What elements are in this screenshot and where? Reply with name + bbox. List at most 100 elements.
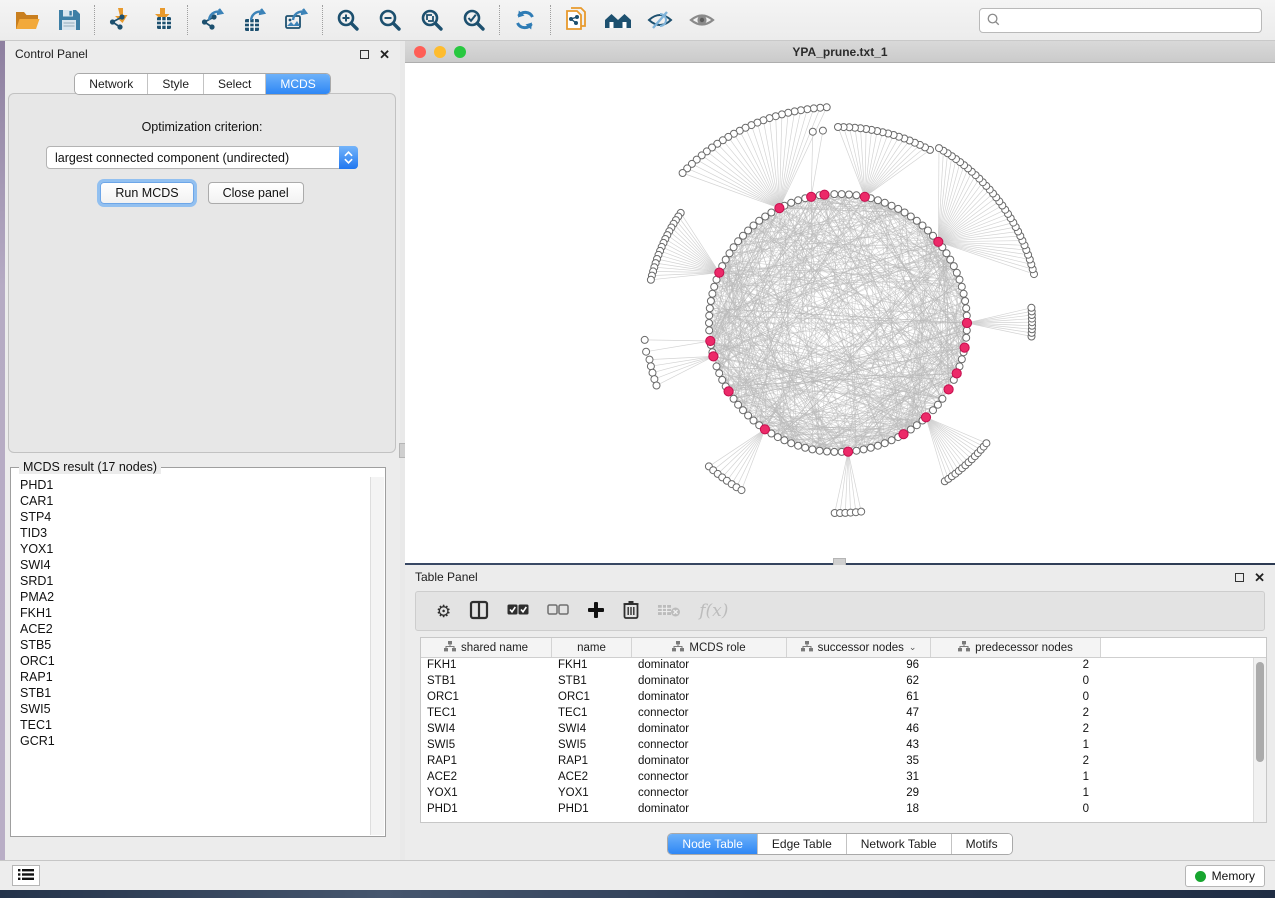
result-node-item[interactable]: TID3 <box>12 525 370 541</box>
zoom-selected-button[interactable] <box>453 3 495 37</box>
export-network-button[interactable] <box>192 3 234 37</box>
toolbar-separator <box>187 5 188 35</box>
tab-motifs[interactable]: Motifs <box>951 834 1012 854</box>
cell-MCDS-role: dominator <box>632 658 787 674</box>
table-row[interactable]: SWI4SWI4dominator462 <box>421 722 1253 738</box>
column-header-name[interactable]: name <box>552 638 632 657</box>
result-node-item[interactable]: PMA2 <box>12 589 370 605</box>
add-row-button[interactable] <box>587 601 605 622</box>
table-scrollbar-thumb[interactable] <box>1256 662 1264 762</box>
table-row[interactable]: PHD1PHD1dominator180 <box>421 802 1253 818</box>
result-node-item[interactable]: SWI5 <box>12 701 370 717</box>
close-table-panel-icon[interactable]: ✕ <box>1254 571 1265 584</box>
open-file-button[interactable] <box>6 3 48 37</box>
cell-successor-nodes: 31 <box>787 770 931 786</box>
hierarchy-icon <box>958 641 970 655</box>
tab-style[interactable]: Style <box>147 74 203 94</box>
select-all-button[interactable] <box>507 604 529 619</box>
result-node-item[interactable]: SRD1 <box>12 573 370 589</box>
delete-row-button[interactable] <box>623 600 639 622</box>
criterion-select[interactable]: largest connected component (undirected) <box>46 146 358 169</box>
settings-button[interactable]: ⚙ <box>436 603 451 620</box>
cell-MCDS-role: dominator <box>632 690 787 706</box>
hide-graphics-button[interactable] <box>639 3 681 37</box>
table-row[interactable]: RAP1RAP1dominator352 <box>421 754 1253 770</box>
result-node-item[interactable]: STP4 <box>12 509 370 525</box>
result-node-item[interactable]: PHD1 <box>12 477 370 493</box>
table-row[interactable]: YOX1YOX1connector291 <box>421 786 1253 802</box>
show-graphics-button[interactable] <box>681 3 723 37</box>
result-node-item[interactable]: ACE2 <box>12 621 370 637</box>
result-node-item[interactable]: ORC1 <box>12 653 370 669</box>
save-session-button[interactable] <box>48 3 90 37</box>
toolbar-separator <box>94 5 95 35</box>
result-node-item[interactable]: FKH1 <box>12 605 370 621</box>
table-scrollbar[interactable] <box>1253 658 1266 822</box>
table-row[interactable]: TEC1TEC1connector472 <box>421 706 1253 722</box>
table-row[interactable]: STB1STB1dominator620 <box>421 674 1253 690</box>
table-panel-title: Table Panel <box>415 570 478 584</box>
column-header-shared-name[interactable]: shared name <box>421 638 552 657</box>
result-node-item[interactable]: GCR1 <box>12 733 370 749</box>
zoom-in-button[interactable] <box>327 3 369 37</box>
result-scrollbar[interactable] <box>370 477 384 835</box>
search-input[interactable] <box>1001 11 1261 31</box>
network-graph[interactable] <box>405 63 1273 563</box>
result-node-item[interactable]: STB1 <box>12 685 370 701</box>
tab-edge-table[interactable]: Edge Table <box>757 834 846 854</box>
optimization-criterion-label: Optimization criterion: <box>9 120 395 134</box>
open-file-icon <box>13 7 41 33</box>
refresh-view-button[interactable] <box>504 3 546 37</box>
table-row[interactable]: ORC1ORC1dominator610 <box>421 690 1253 706</box>
import-table-button[interactable] <box>141 3 183 37</box>
table-row[interactable]: ACE2ACE2connector311 <box>421 770 1253 786</box>
network-view-window: YPA_prune.txt_1 <box>405 41 1275 563</box>
result-node-item[interactable]: STB5 <box>12 637 370 653</box>
result-node-item[interactable]: RAP1 <box>12 669 370 685</box>
zoom-out-button[interactable] <box>369 3 411 37</box>
cell-name: ORC1 <box>552 690 632 706</box>
cell-successor-nodes: 35 <box>787 754 931 770</box>
mcds-result-title: MCDS result (17 nodes) <box>19 460 161 474</box>
cell-MCDS-role: dominator <box>632 722 787 738</box>
cell-successor-nodes: 18 <box>787 802 931 818</box>
import-network-button[interactable] <box>99 3 141 37</box>
control-panel-tabs: NetworkStyleSelectMCDS <box>74 73 330 95</box>
tab-select[interactable]: Select <box>203 74 265 94</box>
export-table-button[interactable] <box>234 3 276 37</box>
tab-node-table[interactable]: Node Table <box>668 834 757 854</box>
tab-mcds[interactable]: MCDS <box>265 74 329 94</box>
control-panel: Control Panel ✕ NetworkStyleSelectMCDS O… <box>5 41 400 860</box>
columns-button[interactable] <box>469 600 489 623</box>
result-node-item[interactable]: CAR1 <box>12 493 370 509</box>
float-panel-icon[interactable] <box>360 50 369 59</box>
memory-status-icon <box>1195 871 1206 882</box>
tab-network-table[interactable]: Network Table <box>846 834 951 854</box>
table-row[interactable]: FKH1FKH1dominator962 <box>421 658 1253 674</box>
save-session-icon <box>56 7 82 33</box>
result-node-item[interactable]: TEC1 <box>12 717 370 733</box>
share-document-button[interactable] <box>555 3 597 37</box>
share-document-icon <box>563 6 589 34</box>
column-header-MCDS-role[interactable]: MCDS role <box>632 638 787 657</box>
close-panel-button[interactable]: Close panel <box>208 182 304 204</box>
column-header-successor-nodes[interactable]: successor nodes⌄ <box>787 638 931 657</box>
task-history-button[interactable] <box>12 865 40 886</box>
clear-selection-button[interactable] <box>547 604 569 619</box>
tab-network[interactable]: Network <box>75 74 147 94</box>
close-panel-icon[interactable]: ✕ <box>379 48 390 61</box>
column-header-predecessor-nodes[interactable]: predecessor nodes <box>931 638 1101 657</box>
cell-shared-name: STB1 <box>421 674 552 690</box>
float-table-panel-icon[interactable] <box>1235 573 1244 582</box>
network-home-button[interactable] <box>597 3 639 37</box>
column-label: successor nodes <box>818 642 904 654</box>
result-node-item[interactable]: SWI4 <box>12 557 370 573</box>
export-image-button[interactable] <box>276 3 318 37</box>
mcds-result-list[interactable]: PHD1CAR1STP4TID3YOX1SWI4SRD1PMA2FKH1ACE2… <box>12 477 370 835</box>
network-canvas[interactable] <box>405 63 1275 563</box>
table-row[interactable]: SWI5SWI5connector431 <box>421 738 1253 754</box>
result-node-item[interactable]: YOX1 <box>12 541 370 557</box>
zoom-fit-button[interactable] <box>411 3 453 37</box>
memory-button[interactable]: Memory <box>1185 865 1265 887</box>
run-mcds-button[interactable]: Run MCDS <box>100 182 193 204</box>
